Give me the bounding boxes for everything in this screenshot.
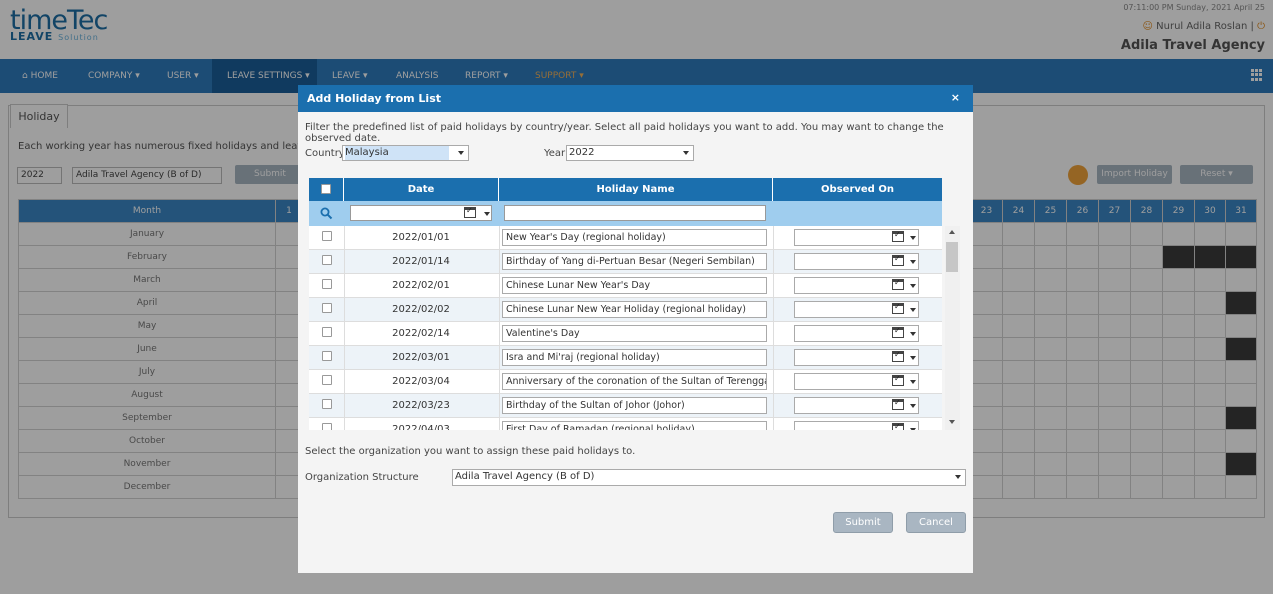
- submit-button[interactable]: Submit: [833, 512, 893, 533]
- observed-on-input[interactable]: [794, 229, 919, 246]
- table-row[interactable]: 2022/03/04 Anniversary of the coronation…: [309, 370, 942, 394]
- grid-header: Date Holiday Name Observed On: [309, 178, 942, 201]
- chevron-down-icon[interactable]: [910, 332, 916, 336]
- column-header-date[interactable]: Date: [344, 178, 499, 201]
- chevron-down-icon[interactable]: [910, 236, 916, 240]
- observed-on-input[interactable]: [794, 253, 919, 270]
- chevron-down-icon: [683, 151, 689, 155]
- row-date: 2022/02/02: [392, 304, 450, 315]
- column-header-holiday-name[interactable]: Holiday Name: [499, 178, 773, 201]
- add-holiday-modal: Add Holiday from List × Filter the prede…: [298, 85, 973, 573]
- table-row[interactable]: 2022/03/23 Birthday of the Sultan of Joh…: [309, 394, 942, 418]
- modal-description: Filter the predefined list of paid holid…: [305, 122, 944, 144]
- modal-title: Add Holiday from List: [307, 92, 441, 105]
- table-row[interactable]: 2022/02/01 Chinese Lunar New Year's Day: [309, 274, 942, 298]
- observed-on-input[interactable]: [794, 325, 919, 342]
- modal-header: Add Holiday from List ×: [298, 85, 973, 112]
- holiday-name-input[interactable]: Valentine's Day: [502, 325, 767, 342]
- observed-on-input[interactable]: [794, 373, 919, 390]
- calendar-icon[interactable]: [892, 374, 904, 386]
- observed-on-input[interactable]: [794, 277, 919, 294]
- row-checkbox[interactable]: [322, 351, 332, 361]
- calendar-icon[interactable]: [892, 326, 904, 338]
- holiday-name-input[interactable]: Anniversary of the coronation of the Sul…: [502, 373, 767, 390]
- row-date: 2022/03/01: [392, 352, 450, 363]
- table-row[interactable]: 2022/02/14 Valentine's Day: [309, 322, 942, 346]
- grid-body: 2022/01/01 New Year's Day (regional holi…: [309, 226, 960, 430]
- row-date: 2022/03/23: [392, 400, 450, 411]
- calendar-icon[interactable]: [892, 254, 904, 266]
- cancel-button[interactable]: Cancel: [906, 512, 966, 533]
- holiday-name-input[interactable]: First Day of Ramadan (regional holiday): [502, 421, 767, 430]
- row-checkbox[interactable]: [322, 327, 332, 337]
- holiday-name-input[interactable]: Chinese Lunar New Year Holiday (regional…: [502, 301, 767, 318]
- holiday-name-input[interactable]: Chinese Lunar New Year's Day: [502, 277, 767, 294]
- search-icon: [320, 207, 333, 220]
- organization-structure-select[interactable]: Adila Travel Agency (B of D): [452, 469, 966, 486]
- holiday-name-input[interactable]: New Year's Day (regional holiday): [502, 229, 767, 246]
- select-all-checkbox[interactable]: [321, 184, 331, 194]
- chevron-down-icon[interactable]: [910, 380, 916, 384]
- row-checkbox[interactable]: [322, 231, 332, 241]
- observed-on-input[interactable]: [794, 397, 919, 414]
- holiday-name-input[interactable]: Birthday of the Sultan of Johor (Johor): [502, 397, 767, 414]
- table-row[interactable]: 2022/03/01 Isra and Mi'raj (regional hol…: [309, 346, 942, 370]
- table-row[interactable]: 2022/02/02 Chinese Lunar New Year Holida…: [309, 298, 942, 322]
- scrollbar-thumb[interactable]: [946, 242, 958, 272]
- row-checkbox[interactable]: [322, 399, 332, 409]
- calendar-icon[interactable]: [892, 302, 904, 314]
- table-row[interactable]: 2022/01/14 Birthday of Yang di-Pertuan B…: [309, 250, 942, 274]
- observed-on-input[interactable]: [794, 421, 919, 430]
- holiday-name-filter-input[interactable]: [504, 205, 766, 221]
- date-filter-input[interactable]: [350, 205, 492, 221]
- calendar-icon[interactable]: [892, 230, 904, 242]
- grid-scrollbar[interactable]: [945, 226, 960, 430]
- row-date: 2022/04/03: [392, 424, 450, 430]
- calendar-icon[interactable]: [892, 278, 904, 290]
- chevron-down-icon[interactable]: [910, 308, 916, 312]
- year-select[interactable]: 2022: [566, 145, 694, 161]
- row-date: 2022/01/01: [392, 232, 450, 243]
- observed-on-input[interactable]: [794, 349, 919, 366]
- row-checkbox[interactable]: [322, 423, 332, 430]
- organization-description: Select the organization you want to assi…: [305, 446, 636, 457]
- row-date: 2022/02/14: [392, 328, 450, 339]
- column-header-observed-on[interactable]: Observed On: [773, 178, 942, 201]
- table-row[interactable]: 2022/04/03 First Day of Ramadan (regiona…: [309, 418, 942, 430]
- chevron-down-icon: [955, 475, 961, 479]
- grid-filter-row: [309, 201, 942, 226]
- calendar-icon[interactable]: [892, 350, 904, 362]
- row-checkbox[interactable]: [322, 279, 332, 289]
- row-checkbox[interactable]: [322, 375, 332, 385]
- row-date: 2022/03/04: [392, 376, 450, 387]
- row-checkbox[interactable]: [322, 303, 332, 313]
- chevron-down-icon[interactable]: [910, 428, 916, 430]
- observed-on-input[interactable]: [794, 301, 919, 318]
- scroll-up-icon[interactable]: [949, 230, 955, 234]
- calendar-icon[interactable]: [892, 398, 904, 410]
- scroll-down-icon[interactable]: [949, 420, 955, 424]
- row-date: 2022/02/01: [392, 280, 450, 291]
- holiday-grid: Date Holiday Name Observed On 2022/01/01…: [309, 178, 960, 430]
- row-date: 2022/01/14: [392, 256, 450, 267]
- country-label: Country: [305, 148, 345, 159]
- country-select[interactable]: Malaysia: [342, 145, 469, 161]
- calendar-icon[interactable]: [892, 422, 904, 430]
- holiday-name-input[interactable]: Isra and Mi'raj (regional holiday): [502, 349, 767, 366]
- calendar-icon[interactable]: [464, 206, 476, 218]
- chevron-down-icon[interactable]: [484, 212, 490, 216]
- row-checkbox[interactable]: [322, 255, 332, 265]
- chevron-down-icon[interactable]: [910, 260, 916, 264]
- chevron-down-icon[interactable]: [910, 284, 916, 288]
- chevron-down-icon: [458, 151, 464, 155]
- close-icon[interactable]: ×: [951, 91, 960, 104]
- chevron-down-icon[interactable]: [910, 356, 916, 360]
- year-label: Year: [544, 148, 566, 159]
- chevron-down-icon[interactable]: [910, 404, 916, 408]
- table-row[interactable]: 2022/01/01 New Year's Day (regional holi…: [309, 226, 942, 250]
- holiday-name-input[interactable]: Birthday of Yang di-Pertuan Besar (Neger…: [502, 253, 767, 270]
- organization-structure-label: Organization Structure: [305, 472, 419, 483]
